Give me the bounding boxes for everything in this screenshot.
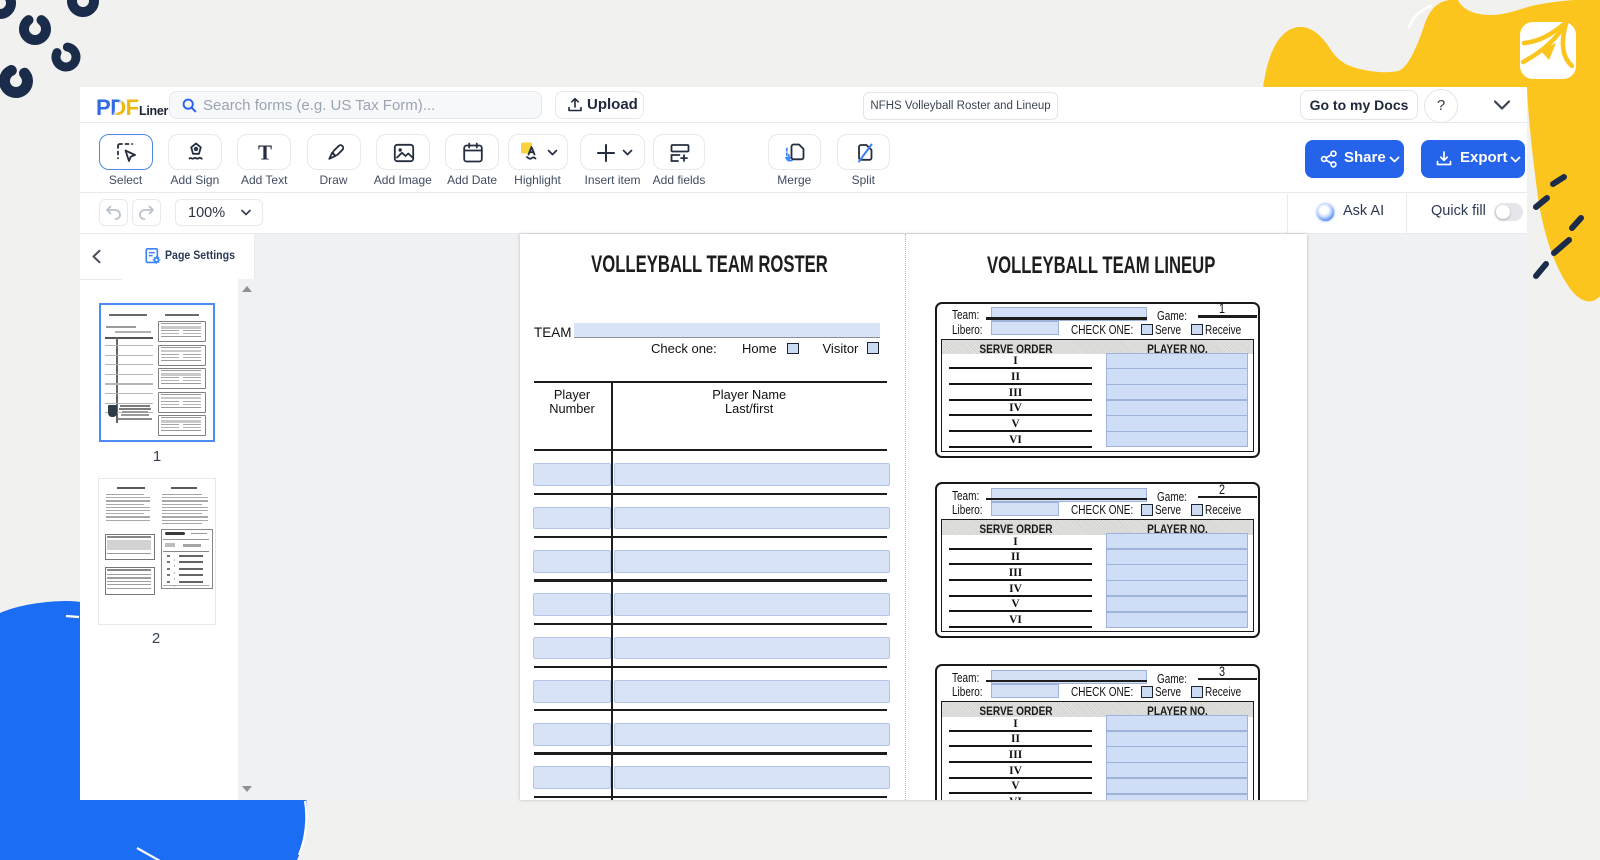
svg-text:T: T (258, 141, 272, 165)
